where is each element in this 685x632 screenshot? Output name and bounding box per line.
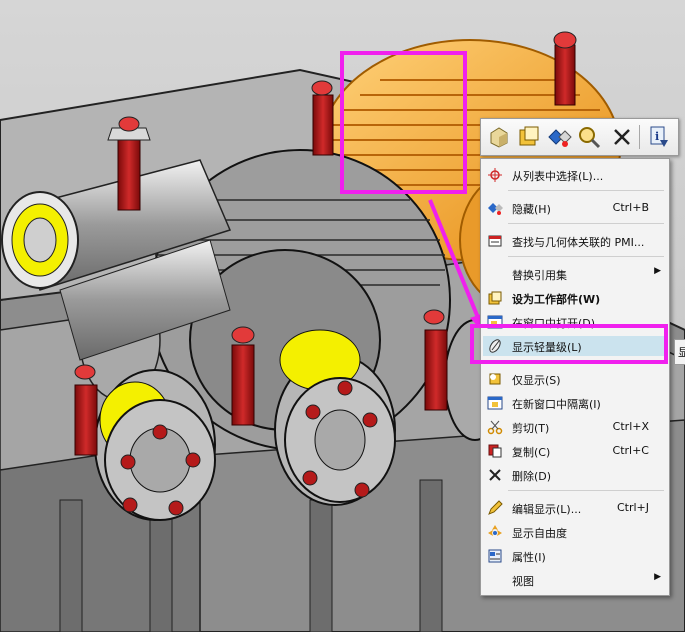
menu-item-label: 隐藏(H): [512, 203, 551, 216]
submenu-fragment-text: 显: [678, 344, 685, 360]
scissors-icon: [487, 419, 503, 435]
menu-item-cut[interactable]: 剪切(T) Ctrl+X: [483, 417, 667, 437]
menu-item-label: 从列表中选择(L)...: [512, 170, 604, 183]
menu-item-make-work-part[interactable]: 设为工作部件(W): [483, 288, 667, 308]
menu-item-label: 属性(I): [512, 551, 546, 564]
menu-item-select-from-list[interactable]: 从列表中选择(L)...: [483, 165, 667, 185]
menu-item-label: 剪切(T): [512, 422, 550, 435]
menu-item-edit-display[interactable]: 编辑显示(L)... Ctrl+J: [483, 498, 667, 518]
menu-item-label: 编辑显示(L)...: [512, 503, 582, 516]
menu-item-hide[interactable]: 隐藏(H) Ctrl+B: [483, 198, 667, 218]
menu-item-view[interactable]: 视图 ▶: [483, 570, 667, 590]
menu-item-show-dof[interactable]: 显示自由度: [483, 522, 667, 542]
edit-display-icon: [487, 500, 503, 516]
dof-icon: [487, 524, 503, 540]
properties-icon: [487, 548, 503, 564]
make-work-part-icon[interactable]: [516, 124, 542, 150]
menu-item-label: 查找与几何体关联的 PMI...: [512, 236, 645, 249]
menu-item-label: 视图: [512, 575, 534, 588]
menu-item-isolate-new-window[interactable]: 在新窗口中隔离(I): [483, 393, 667, 413]
crosshair-icon: [487, 167, 503, 183]
work-part-icon: [487, 290, 503, 306]
menu-item-label: 在新窗口中隔离(I): [512, 398, 601, 411]
pmi-icon: [487, 233, 503, 249]
menu-item-label: 设为工作部件(W): [512, 293, 601, 306]
menu-item-label: 复制(C): [512, 446, 551, 459]
submenu-arrow-icon: ▶: [654, 266, 661, 276]
select-component-icon[interactable]: [486, 124, 512, 150]
menu-item-shortcut: Ctrl+J: [616, 501, 649, 514]
hide-icon: [487, 200, 503, 216]
annotation-box-menu-item: [470, 324, 668, 364]
isolate-icon: [487, 395, 503, 411]
hide-icon[interactable]: [546, 124, 572, 150]
menu-item-properties[interactable]: 属性(I): [483, 546, 667, 566]
menu-item-shortcut: Ctrl+X: [612, 420, 649, 433]
information-icon[interactable]: i: [646, 124, 672, 150]
svg-text:i: i: [655, 130, 659, 143]
copy-icon: [487, 443, 503, 459]
menu-item-label: 删除(D): [512, 470, 552, 483]
menu-item-replace-reference-set[interactable]: 替换引用集 ▶: [483, 264, 667, 284]
menu-item-label: 显示自由度: [512, 527, 567, 540]
menu-item-show-only[interactable]: 仅显示(S): [483, 369, 667, 389]
menu-item-label: 替换引用集: [512, 269, 567, 282]
show-only-icon: [487, 371, 503, 387]
menu-item-shortcut: Ctrl+C: [612, 444, 649, 457]
mini-toolbar: i: [480, 118, 679, 156]
menu-item-delete[interactable]: 删除(D): [483, 465, 667, 485]
submenu-fragment: 显: [674, 339, 685, 365]
menu-item-find-pmi[interactable]: 查找与几何体关联的 PMI...: [483, 231, 667, 251]
delete-icon: [487, 467, 503, 483]
delete-x-icon[interactable]: [609, 124, 635, 150]
menu-item-copy[interactable]: 复制(C) Ctrl+C: [483, 441, 667, 461]
context-menu: 从列表中选择(L)... 隐藏(H) Ctrl+B 查找与几何体关联的 PMI.…: [480, 158, 670, 596]
submenu-arrow-icon: ▶: [654, 572, 661, 582]
menu-item-shortcut: Ctrl+B: [612, 201, 649, 214]
menu-item-label: 仅显示(S): [512, 374, 561, 387]
find-pmi-icon[interactable]: [576, 124, 602, 150]
